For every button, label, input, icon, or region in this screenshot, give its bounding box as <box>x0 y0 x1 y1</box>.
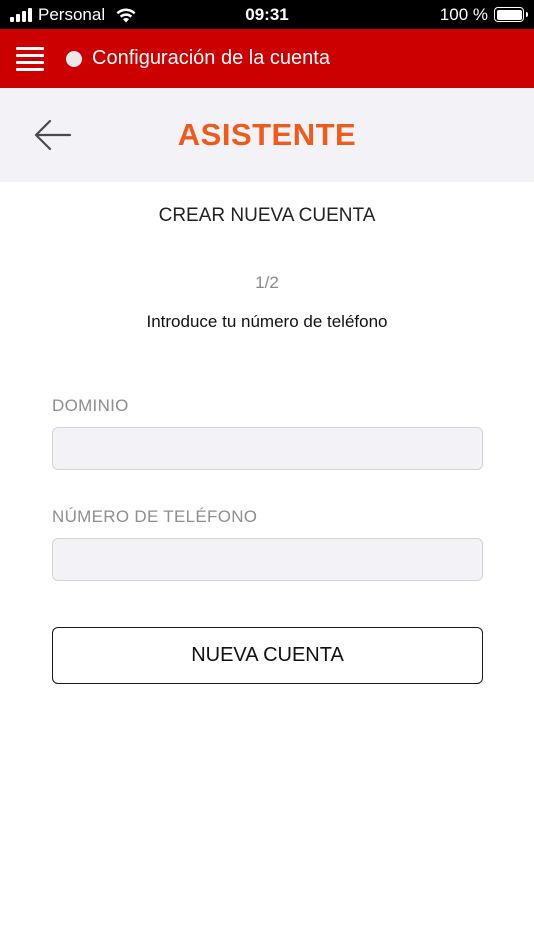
battery-icon <box>494 7 528 22</box>
wizard-header: ASISTENTE <box>0 88 534 182</box>
battery-fill <box>496 9 522 20</box>
app-bar: Configuración de la cuenta <box>0 29 534 88</box>
back-button[interactable] <box>30 115 74 155</box>
app-title: Configuración de la cuenta <box>92 47 330 69</box>
domain-input[interactable] <box>52 427 483 470</box>
domain-label: DOMINIO <box>52 396 129 415</box>
status-left: Personal <box>10 0 137 29</box>
wifi-icon <box>116 8 136 22</box>
signal-strength-icon <box>10 7 32 22</box>
carrier-name: Personal <box>38 4 106 24</box>
instruction-text: Introduce tu número de teléfono <box>146 312 388 331</box>
connection-status-dot <box>66 51 82 67</box>
new-account-button[interactable]: NUEVA CUENTA <box>52 627 483 684</box>
page-heading: CREAR NUEVA CUENTA <box>158 205 376 226</box>
hamburger-menu-icon[interactable] <box>16 44 44 72</box>
phone-label: NÚMERO DE TELÉFONO <box>52 507 258 526</box>
step-indicator: 1/2 <box>255 273 279 292</box>
arrow-left-icon <box>34 119 72 151</box>
battery-percentage: 100 % <box>439 4 488 24</box>
wizard-title: ASISTENTE <box>177 117 357 152</box>
status-bar: Personal 09:31 100 % <box>0 0 534 29</box>
phone-input[interactable] <box>52 538 483 581</box>
status-right: 100 % <box>439 0 528 29</box>
